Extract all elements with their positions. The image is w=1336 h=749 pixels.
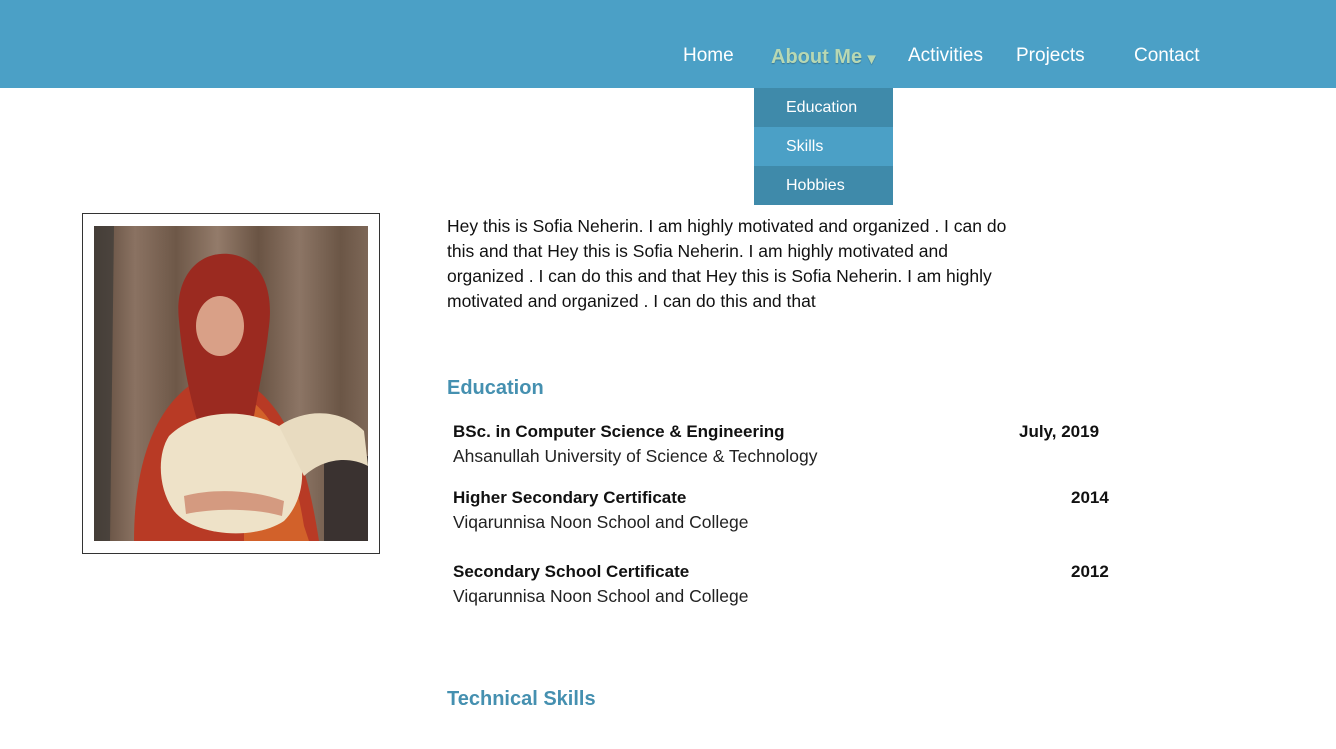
nav-contact-link[interactable]: Contact xyxy=(1134,45,1199,67)
education-degree: Secondary School Certificate xyxy=(453,562,690,581)
education-degree: BSc. in Computer Science & Engineering xyxy=(453,422,785,441)
nav-activities-link[interactable]: Activities xyxy=(908,45,983,67)
profile-photo xyxy=(94,226,368,541)
education-entry: BSc. in Computer Science & Engineering A… xyxy=(453,419,1113,469)
profile-photo-frame xyxy=(82,213,380,554)
chevron-down-icon: ▼ xyxy=(864,51,879,68)
education-school: Ahsanullah University of Science & Techn… xyxy=(453,446,818,466)
dropdown-item-education[interactable]: Education xyxy=(754,88,893,127)
education-year: July, 2019 xyxy=(1019,422,1100,441)
nav-about-me-label: About Me xyxy=(771,46,863,68)
education-year: 2012 xyxy=(1071,562,1109,581)
education-school: Viqarunnisa Noon School and College xyxy=(453,512,749,532)
nav-home-link[interactable]: Home xyxy=(683,45,734,67)
dropdown-item-skills[interactable]: Skills xyxy=(754,127,893,166)
nav-about-me-link[interactable]: About Me ▼ xyxy=(771,46,879,69)
education-school: Viqarunnisa Noon School and College xyxy=(453,586,749,606)
top-navbar: Home About Me ▼ Activities Projects Conta… xyxy=(0,0,1336,88)
education-year: 2014 xyxy=(1071,488,1109,507)
education-heading: Education xyxy=(447,377,544,399)
education-degree: Higher Secondary Certificate xyxy=(453,488,687,507)
education-entry: Secondary School Certificate Viqarunnisa… xyxy=(453,559,1113,609)
nav-projects-link[interactable]: Projects xyxy=(1016,45,1085,67)
technical-skills-heading: Technical Skills xyxy=(447,688,596,710)
education-entry: Higher Secondary Certificate Viqarunnisa… xyxy=(453,485,1113,535)
dropdown-item-hobbies[interactable]: Hobbies xyxy=(754,166,893,205)
bio-paragraph: Hey this is Sofia Neherin. I am highly m… xyxy=(447,216,1007,311)
about-me-dropdown-menu: Education Skills Hobbies xyxy=(754,88,893,205)
